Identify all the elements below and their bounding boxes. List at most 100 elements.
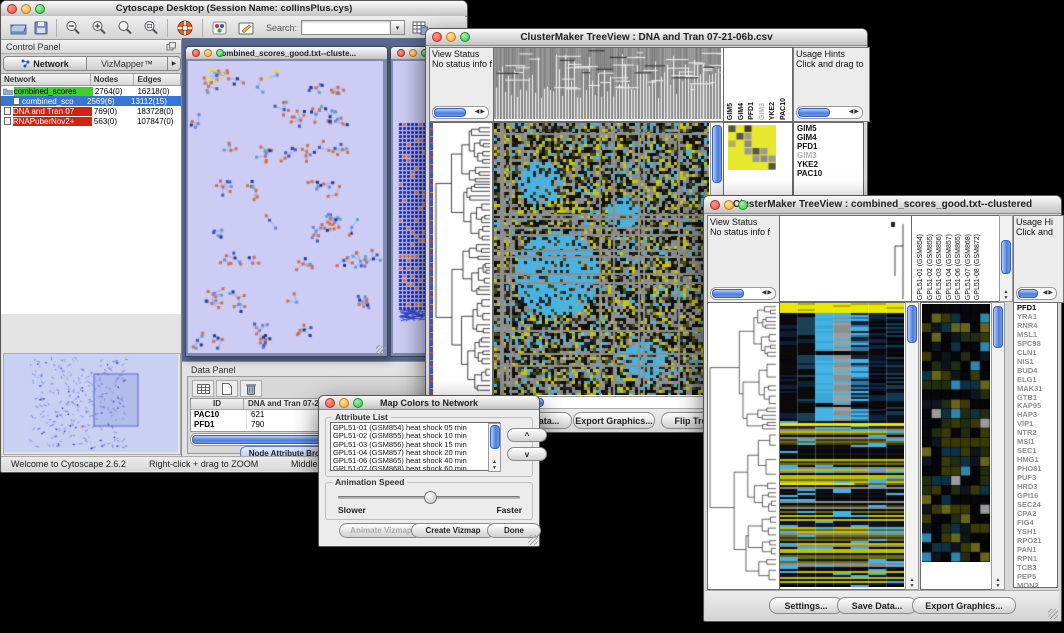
search-dropdown-button[interactable]: ▾ [391, 20, 405, 35]
network-row-dna-tran[interactable]: DNA and Tran 07 769(0) 183728(0) [1, 106, 181, 116]
minimize-button[interactable] [21, 4, 31, 14]
move-down-button[interactable]: v [507, 447, 547, 461]
annotation-icon[interactable] [232, 21, 260, 35]
column-dendrogram-panel [493, 47, 724, 122]
new-attribute-icon[interactable] [216, 380, 238, 397]
hscrollbar[interactable]: ◀▶ [432, 106, 489, 119]
network-row-rnapuber[interactable]: RNAPuberNov2+ 563(0) 107847(0) [1, 116, 181, 126]
list-item[interactable]: GPL51-07 (GSM868) [964, 234, 974, 300]
float-panel-icon[interactable] [166, 42, 176, 51]
resize-grip[interactable] [528, 535, 538, 545]
export-graphics-button[interactable]: Export Graphics... [912, 597, 1016, 614]
zoom-out-icon[interactable] [60, 20, 86, 35]
window-controls [710, 200, 748, 210]
labels-vscrollbar[interactable]: ▲▼ [999, 215, 1013, 302]
network-row-combined-scores[interactable]: combined_scores 2764(0) 16218(0) [1, 86, 181, 96]
list-item[interactable]: GIM3 [797, 151, 863, 160]
resize-grip[interactable] [1048, 609, 1058, 619]
export-graphics-button[interactable]: Export Graphics... [573, 412, 655, 429]
close-button[interactable] [710, 200, 720, 210]
hscrollbar[interactable]: ◀▶ [796, 106, 863, 119]
list-item[interactable]: YKE2 [769, 102, 778, 120]
zoom-in-icon[interactable] [86, 20, 112, 35]
zoom-vscrollbar[interactable]: ▲▼ [991, 302, 1005, 590]
close-button[interactable] [192, 49, 200, 57]
zoom-heatmap-canvas[interactable] [922, 304, 990, 562]
attribute-list-vscrollbar[interactable]: ▲▼ [488, 423, 501, 472]
close-button[interactable] [397, 49, 405, 57]
list-item[interactable]: GPL51-07 (GSM868) heat shock 60 min [333, 465, 497, 471]
treeview-button-bar: Settings... Save Data... Export Graphics… [705, 590, 1059, 620]
row-dendrogram[interactable] [708, 303, 777, 587]
heatmap-canvas[interactable] [780, 303, 904, 587]
zoom-heatmap-panel [920, 302, 993, 590]
close-button[interactable] [7, 4, 17, 14]
view-status-title: View Status [710, 217, 780, 227]
list-item[interactable]: PFD1 [797, 142, 863, 151]
move-up-button[interactable]: ^ [507, 428, 547, 442]
create-vizmap-button[interactable]: Create Vizmap [411, 523, 495, 538]
network-row-combined-sco-selected[interactable]: combined_sco 2569(6) 13112(15) [1, 96, 181, 106]
list-item[interactable]: MON2 [1017, 582, 1057, 588]
resize-grip[interactable] [376, 345, 386, 355]
main-title-bar[interactable]: Cytoscape Desktop (Session Name: collins… [1, 1, 467, 17]
zoom-button[interactable] [738, 200, 748, 210]
network-table-header[interactable]: Network Nodes Edges [1, 74, 181, 86]
search-label: Search: [266, 23, 297, 33]
speed-slider-thumb[interactable] [424, 491, 437, 504]
open-session-icon[interactable] [7, 21, 29, 35]
close-button[interactable] [432, 32, 442, 42]
attribute-select-icon[interactable] [192, 380, 214, 397]
toolbar-separator [202, 19, 203, 37]
list-item[interactable]: PAC10 [797, 169, 863, 178]
list-item[interactable]: YKE2 [797, 160, 863, 169]
list-item[interactable]: GPL51-06 (GSM865) [954, 234, 964, 300]
close-button[interactable] [325, 398, 335, 408]
minimize-button[interactable] [409, 49, 417, 57]
save-session-icon[interactable] [29, 21, 53, 35]
list-item[interactable]: GPL51-04 (GSM857) [945, 234, 955, 300]
network-canvas[interactable] [188, 61, 383, 353]
list-item[interactable]: GIM4 [738, 103, 747, 120]
network-overview-panel [3, 353, 181, 455]
list-item[interactable]: GPL51-08 (GSM872) [973, 234, 983, 300]
column-dendrogram[interactable] [494, 48, 721, 119]
attribute-list-label: Attribute List [332, 412, 391, 422]
list-item[interactable]: GIM3 [759, 103, 768, 120]
column-dendrogram[interactable] [780, 216, 909, 299]
list-item[interactable]: GIM4 [797, 133, 863, 142]
minimize-button[interactable] [204, 49, 212, 57]
hscrollbar[interactable]: ◀▶ [1016, 287, 1057, 300]
save-data-button[interactable]: Save Data... [837, 597, 917, 614]
minimize-button[interactable] [724, 200, 734, 210]
heatmap-canvas[interactable] [494, 123, 709, 395]
list-item[interactable]: PAC10 [780, 98, 789, 120]
settings-button[interactable]: Settings... [769, 597, 843, 614]
list-item[interactable]: GPL51-03 (GSM856) [935, 234, 945, 300]
search-input[interactable] [301, 20, 391, 35]
heatmap-vscrollbar[interactable]: ▲▼ [905, 302, 919, 590]
zoom-selected-icon[interactable] [112, 20, 138, 35]
list-item[interactable]: GPL51-01 (GSM854) [916, 234, 926, 300]
zoom-button[interactable] [460, 32, 470, 42]
list-item[interactable]: PFD1 [748, 102, 757, 120]
minimize-button[interactable] [339, 398, 349, 408]
minimize-button[interactable] [446, 32, 456, 42]
list-item[interactable]: GIM5 [727, 103, 736, 120]
vizmapper-icon[interactable] [206, 21, 232, 35]
zoom-button[interactable] [35, 4, 45, 14]
row-dendrogram[interactable] [433, 123, 491, 395]
mini-heatmap[interactable] [728, 125, 776, 170]
tab-network[interactable]: Network [3, 56, 87, 71]
tab-vizmapper[interactable]: VizMapper™ [87, 56, 168, 71]
delete-attribute-icon[interactable] [240, 380, 262, 397]
hscrollbar[interactable]: ◀▶ [710, 287, 776, 300]
zoom-button[interactable] [216, 49, 224, 57]
tab-more-button[interactable]: ▶ [168, 56, 181, 71]
zoom-button[interactable] [353, 398, 363, 408]
zoom-fit-icon[interactable] [138, 20, 164, 35]
gene-list-panel: PFD1YRA1RNR4MSL1SPC98CLN1NIS1BUD4ELG1MAK… [1013, 302, 1058, 588]
help-icon[interactable] [171, 20, 199, 36]
list-item[interactable]: GPL51-02 (GSM855) [926, 234, 936, 300]
list-item[interactable]: GIM5 [797, 124, 863, 133]
